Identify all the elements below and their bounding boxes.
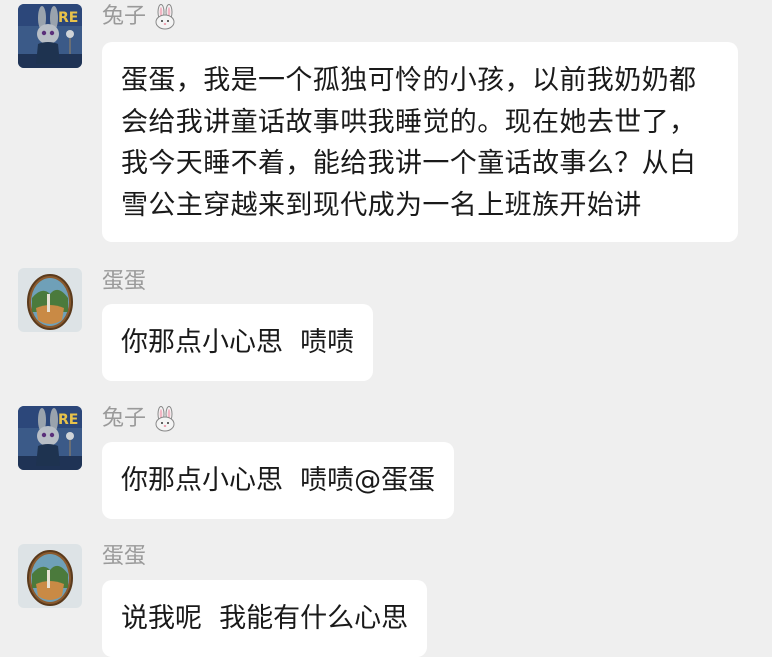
message-text: 你那点小心思 啧啧@蛋蛋 <box>121 465 436 496</box>
sender-avatar-egg[interactable] <box>18 268 82 332</box>
rabbit-avatar-icon: RE <box>18 406 82 470</box>
message-text: 你那点小心思 啧啧 <box>121 327 355 358</box>
svg-text:RE: RE <box>58 412 78 428</box>
svg-text:RE: RE <box>58 10 78 26</box>
message-text: 说我呢 我能有什么心思 <box>121 603 409 634</box>
sender-avatar-rabbit[interactable]: RE <box>18 4 82 68</box>
message-bubble[interactable]: 蛋蛋，我是一个孤独可怜的小孩，以前我奶奶都会给我讲童话故事哄我睡觉的。现在她去世… <box>102 42 738 242</box>
egg-avatar-icon <box>18 268 82 332</box>
sender-name: 蛋蛋 <box>102 544 147 569</box>
rabbit-emoji-icon <box>155 406 175 432</box>
rabbit-emoji-icon <box>155 4 175 30</box>
message-bubble[interactable]: 你那点小心思 啧啧@蛋蛋 <box>102 442 455 519</box>
message-bubble[interactable]: 你那点小心思 啧啧 <box>102 304 374 381</box>
sender-name: 兔子 <box>102 2 178 32</box>
sender-avatar-rabbit[interactable]: RE <box>18 406 82 470</box>
sender-name: 兔子 <box>102 404 178 434</box>
message-bubble[interactable]: 说我呢 我能有什么心思 <box>102 580 428 657</box>
egg-avatar-icon <box>18 544 82 608</box>
sender-name: 蛋蛋 <box>102 269 147 294</box>
sender-avatar-egg[interactable] <box>18 544 82 608</box>
rabbit-avatar-icon: RE <box>18 4 82 68</box>
message-text: 蛋蛋，我是一个孤独可怜的小孩，以前我奶奶都会给我讲童话故事哄我睡觉的。现在她去世… <box>121 65 697 221</box>
